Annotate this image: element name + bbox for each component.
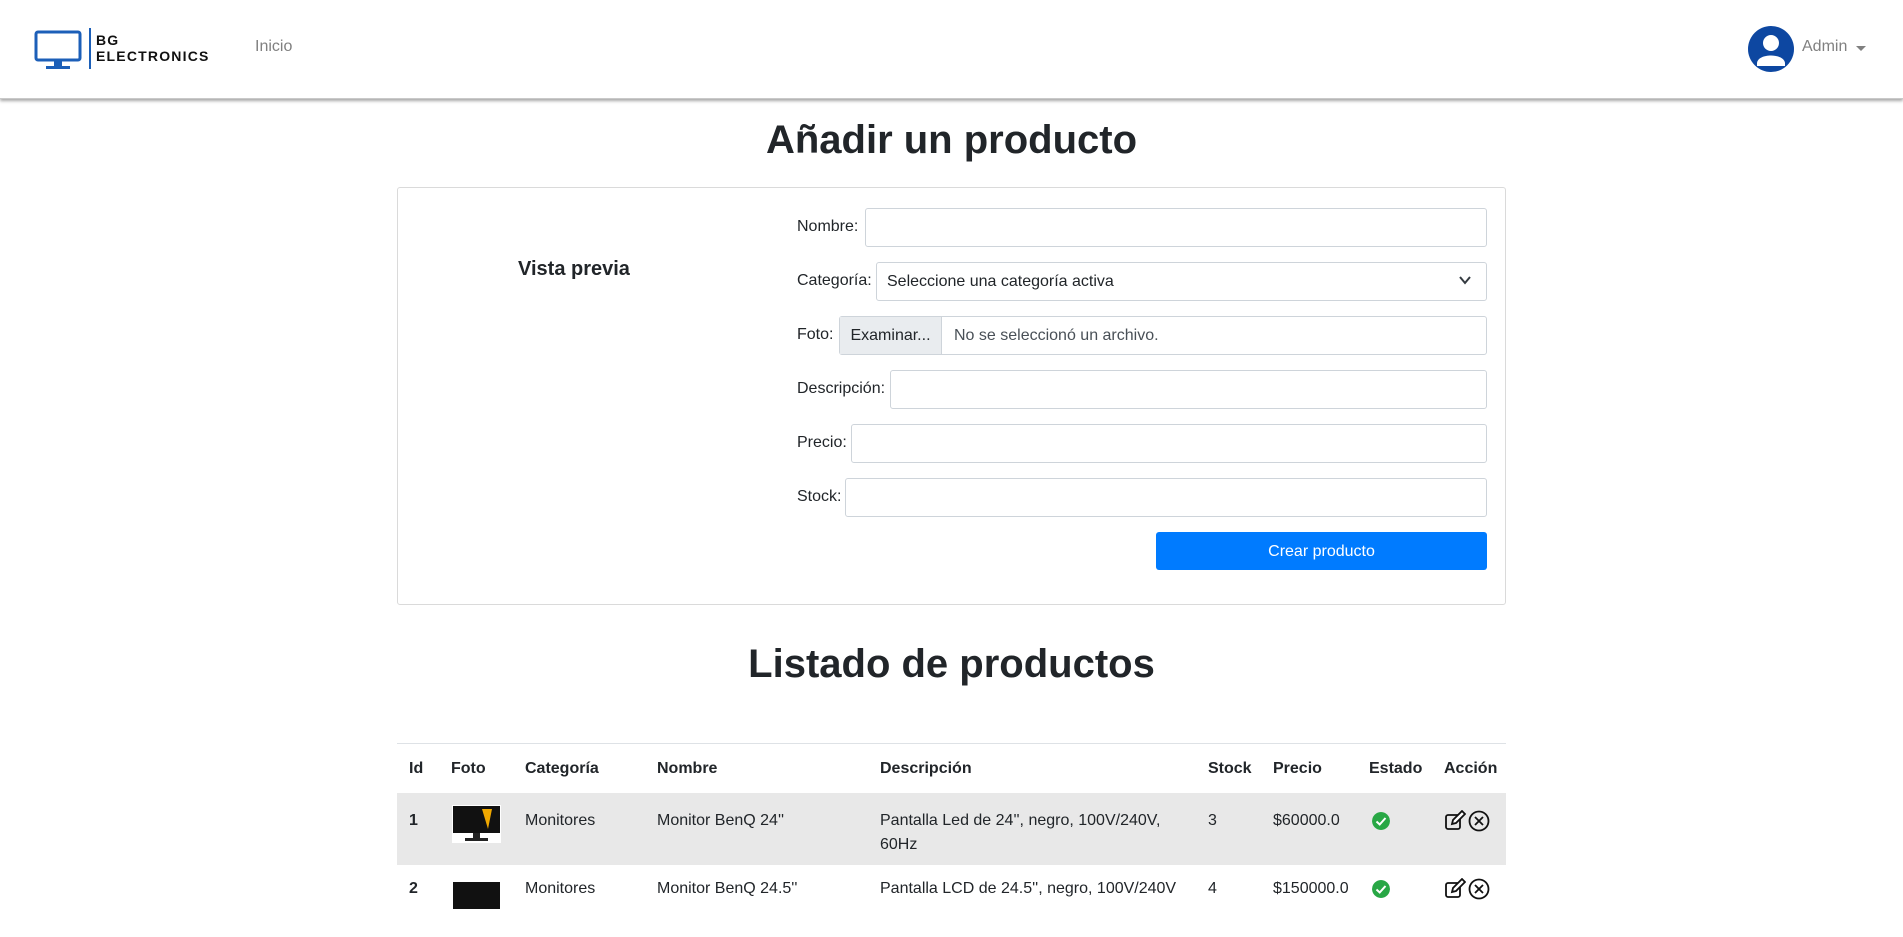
descripcion-row: Descripción: [797, 370, 1487, 409]
col-accion: Acción [1444, 760, 1498, 777]
col-nombre: Nombre [657, 760, 718, 777]
row-descripcion-line-1: Pantalla Led de 24'', negro, 100V/240V, [880, 812, 1161, 829]
col-id: Id [409, 760, 424, 777]
foto-label: Foto: [797, 326, 834, 343]
add-product-card: Vista previa Nombre: Categoría: Seleccio… [397, 187, 1506, 605]
examinar-button[interactable]: Examinar... [840, 317, 942, 354]
chevron-down-icon[interactable] [1856, 46, 1866, 51]
col-categoria: Categoría [525, 760, 599, 777]
page-title-product-list: Listado de productos [748, 642, 1155, 686]
foto-file-input[interactable]: Examinar... No se seleccionó un archivo. [839, 316, 1487, 355]
nav-inicio-link[interactable]: Inicio [255, 38, 292, 56]
product-photo [452, 881, 501, 919]
brand-divider [89, 28, 91, 69]
nombre-row: Nombre: [797, 208, 1487, 247]
table-row: 1 Monitores Monitor BenQ 24'' Pantalla L… [397, 793, 1506, 865]
edit-icon[interactable] [1444, 810, 1466, 832]
nombre-label: Nombre: [797, 218, 859, 235]
monitor-icon [34, 30, 82, 69]
brand-line-1: BG [96, 32, 120, 48]
col-foto: Foto [451, 760, 486, 777]
check-circle-icon [1372, 880, 1390, 898]
preview-label: Vista previa [518, 258, 630, 280]
brand-logo[interactable]: BG ELECTRONICS [34, 28, 220, 74]
row-categoria: Monitores [525, 812, 596, 829]
precio-row: Precio: [797, 424, 1487, 463]
row-stock: 3 [1208, 812, 1217, 829]
col-precio: Precio [1273, 760, 1322, 777]
brand-name: BG ELECTRONICS [96, 32, 210, 64]
delete-circle-x-icon[interactable] [1468, 810, 1490, 832]
stock-row: Stock: [797, 478, 1487, 517]
col-stock: Stock [1208, 760, 1252, 777]
precio-input[interactable] [851, 424, 1487, 463]
categoria-row: Categoría: Seleccione una categoría acti… [797, 262, 1487, 301]
stock-input[interactable] [845, 478, 1487, 517]
stock-label: Stock: [797, 488, 842, 505]
row-descripcion: Pantalla Led de 24'', negro, 100V/240V, … [880, 809, 1180, 857]
brand-line-2: ELECTRONICS [96, 48, 210, 64]
categoria-selected-value: Seleccione una categoría activa [887, 273, 1114, 290]
table-header: Id Foto Categoría Nombre Descripción Sto… [397, 743, 1506, 796]
row-nombre: Monitor BenQ 24.5'' [657, 880, 798, 897]
user-avatar-icon[interactable] [1748, 26, 1794, 72]
row-descripcion-line-1: Pantalla LCD de 24.5'', negro, 100V/240V [880, 880, 1177, 897]
user-menu[interactable]: Admin [1748, 26, 1868, 74]
page-title-add-product: Añadir un producto [765, 118, 1138, 162]
foto-row: Foto: Examinar... No se seleccionó un ar… [797, 316, 1487, 355]
col-estado: Estado [1369, 760, 1423, 777]
row-nombre: Monitor BenQ 24'' [657, 812, 785, 829]
descripcion-input[interactable] [890, 370, 1487, 409]
col-descripcion: Descripción [880, 760, 972, 777]
row-id: 2 [409, 880, 418, 897]
chevron-down-icon [1459, 276, 1471, 285]
row-precio: $60000.0 [1273, 812, 1340, 829]
user-name[interactable]: Admin [1802, 38, 1847, 56]
delete-circle-x-icon[interactable] [1468, 878, 1490, 900]
top-navbar: BG ELECTRONICS Inicio Admin [0, 0, 1903, 99]
categoria-label: Categoría: [797, 272, 872, 289]
row-precio: $150000.0 [1273, 880, 1349, 897]
row-stock: 4 [1208, 880, 1217, 897]
check-circle-icon [1372, 812, 1390, 830]
categoria-select[interactable]: Seleccione una categoría activa [876, 262, 1487, 301]
edit-icon[interactable] [1444, 878, 1466, 900]
product-photo [452, 805, 501, 843]
crear-producto-button[interactable]: Crear producto [1156, 532, 1487, 570]
nombre-input[interactable] [865, 208, 1487, 247]
descripcion-label: Descripción: [797, 380, 886, 397]
table-row: 2 Monitores Monitor BenQ 24.5'' Pantalla… [397, 865, 1506, 937]
file-status-text: No se seleccionó un archivo. [954, 327, 1159, 344]
row-descripcion: Pantalla LCD de 24.5'', negro, 100V/240V [880, 877, 1180, 901]
row-descripcion-line-2: 60Hz [880, 836, 918, 853]
precio-label: Precio: [797, 434, 847, 451]
row-id: 1 [409, 812, 418, 829]
row-categoria: Monitores [525, 880, 596, 897]
